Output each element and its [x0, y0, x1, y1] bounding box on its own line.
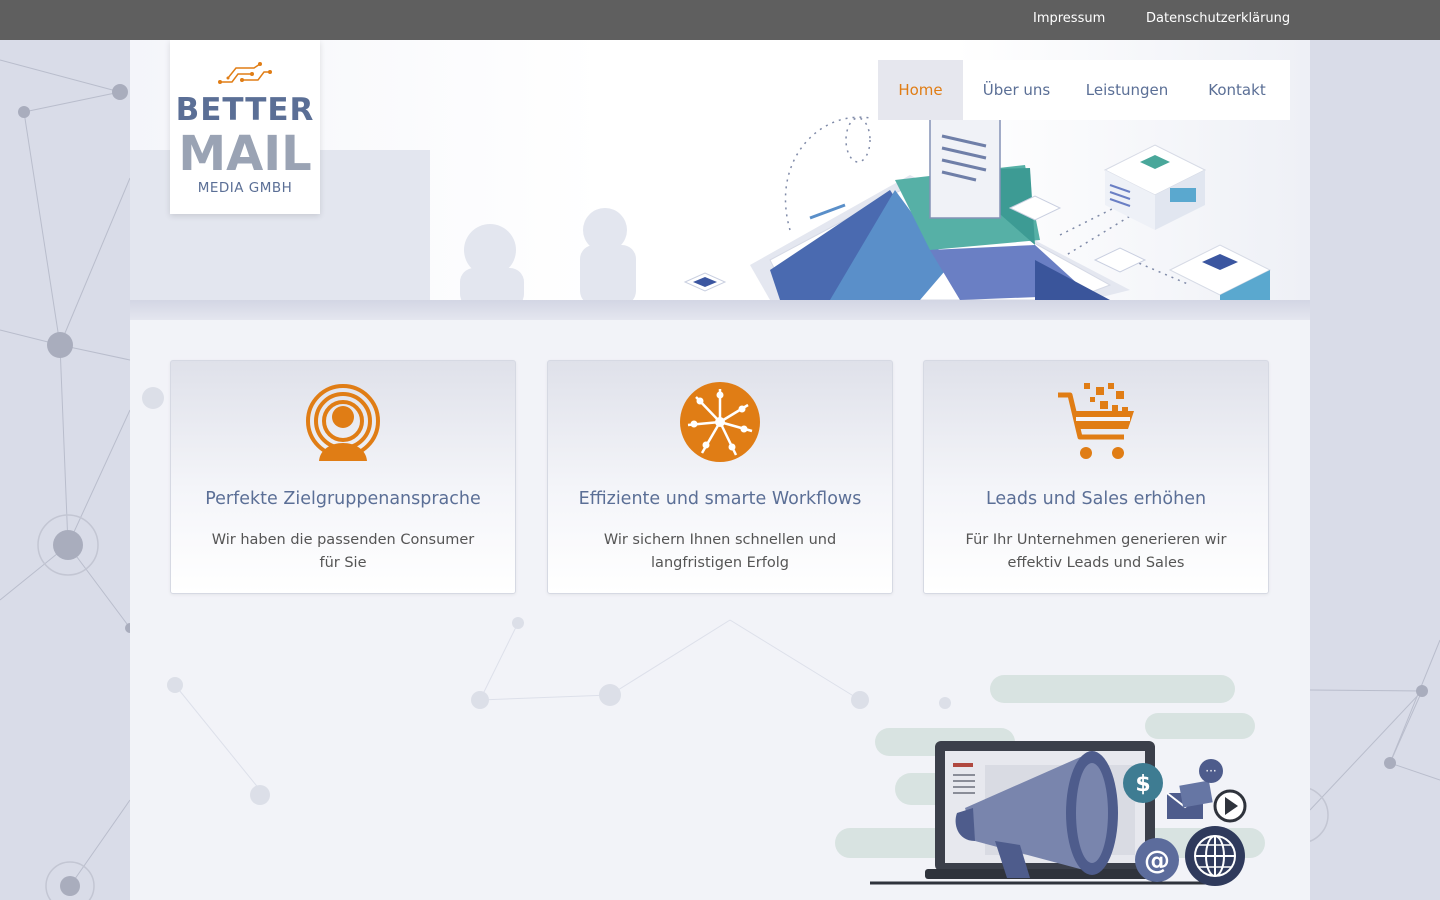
hero-divider-band	[130, 300, 1310, 320]
feature-title: Perfekte Zielgruppenansprache	[205, 489, 481, 509]
nav-item-ueber-uns[interactable]: Über uns	[963, 60, 1070, 120]
shopping-cart-icon	[1058, 383, 1134, 459]
top-bar: Impressum Datenschutzerklärung	[0, 0, 1440, 40]
logo-line-mail: MAIL	[178, 126, 312, 182]
logo-line-better: BETTER	[175, 92, 315, 128]
nav-item-leistungen[interactable]: Leistungen	[1070, 60, 1184, 120]
impressum-link[interactable]: Impressum	[1033, 11, 1105, 26]
feature-card-workflows: Effiziente und smarte Workflows Wir sich…	[547, 360, 893, 594]
page-container: BETTER MAIL MEDIA GMBH Home Über uns Lei…	[130, 40, 1310, 900]
target-person-icon	[306, 384, 380, 461]
logo-line-media: MEDIA GMBH	[197, 180, 293, 196]
nav-item-home[interactable]: Home	[878, 60, 963, 120]
circuit-logo-icon	[218, 62, 272, 84]
svg-text:@: @	[1144, 846, 1170, 876]
feature-text: Wir haben die passenden Consumer für Sie	[211, 532, 475, 571]
feature-card-zielgruppe: Perfekte Zielgruppenansprache Wir haben …	[170, 360, 516, 594]
datenschutz-link[interactable]: Datenschutzerklärung	[1146, 11, 1290, 26]
svg-text:$: $	[1135, 772, 1150, 797]
feature-title: Leads und Sales erhöhen	[985, 489, 1207, 509]
nav-item-kontakt[interactable]: Kontakt	[1184, 60, 1290, 120]
company-logo[interactable]: BETTER MAIL MEDIA GMBH	[170, 40, 320, 214]
feature-text: Wir sichern Ihnen schnellen und langfris…	[603, 532, 837, 571]
main-navigation: Home Über uns Leistungen Kontakt	[878, 60, 1290, 120]
svg-text:···: ···	[1205, 764, 1216, 778]
megaphone-marketing-illustration: $ ··· @	[835, 675, 1265, 886]
feature-card-leads-sales: Leads und Sales erhöhen Für Ihr Unterneh…	[923, 360, 1269, 594]
feature-text: Für Ihr Unternehmen generieren wir effek…	[965, 532, 1227, 571]
feature-title: Effiziente und smarte Workflows	[578, 489, 862, 509]
workflow-network-icon	[680, 382, 760, 462]
